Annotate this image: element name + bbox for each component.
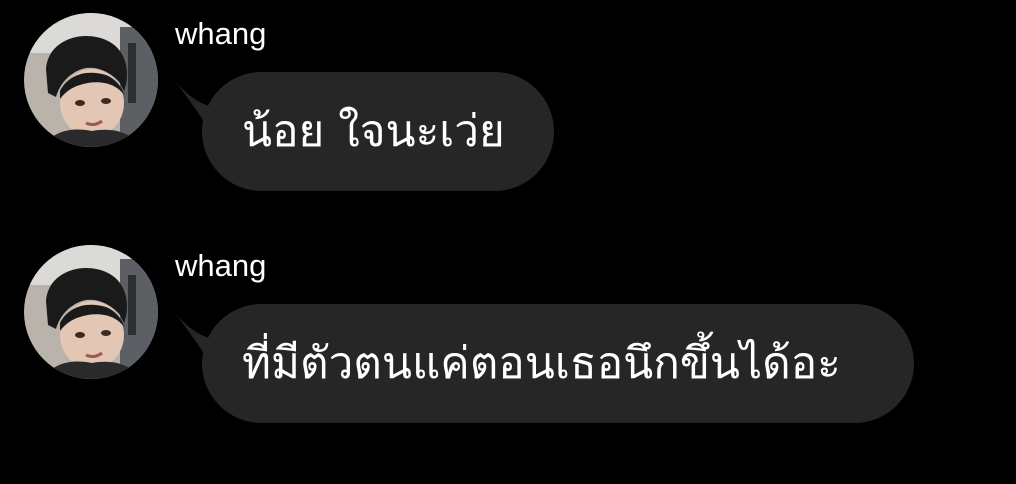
avatar[interactable] [24,245,158,379]
user-avatar-photo-icon [24,13,158,147]
message-bubble[interactable]: ที่มีตัวตนแค่ตอนเธอนึกขึ้นได้อะ [202,304,914,423]
message-bubble[interactable]: น้อย ใจนะเว่ย [202,72,554,191]
sender-name: whang [175,16,267,51]
message-group: whang ที่มีตัวตนแค่ตอนเธอนึกขึ้นได้อะ [0,232,1016,432]
chat-thread: whang น้อย ใจนะเว่ย whang ที่มีตัวตนแค่ต… [0,0,1016,484]
avatar[interactable] [24,13,158,147]
user-avatar-photo-icon [24,245,158,379]
sender-name: whang [175,248,267,283]
message-group: whang น้อย ใจนะเว่ย [0,0,1016,200]
